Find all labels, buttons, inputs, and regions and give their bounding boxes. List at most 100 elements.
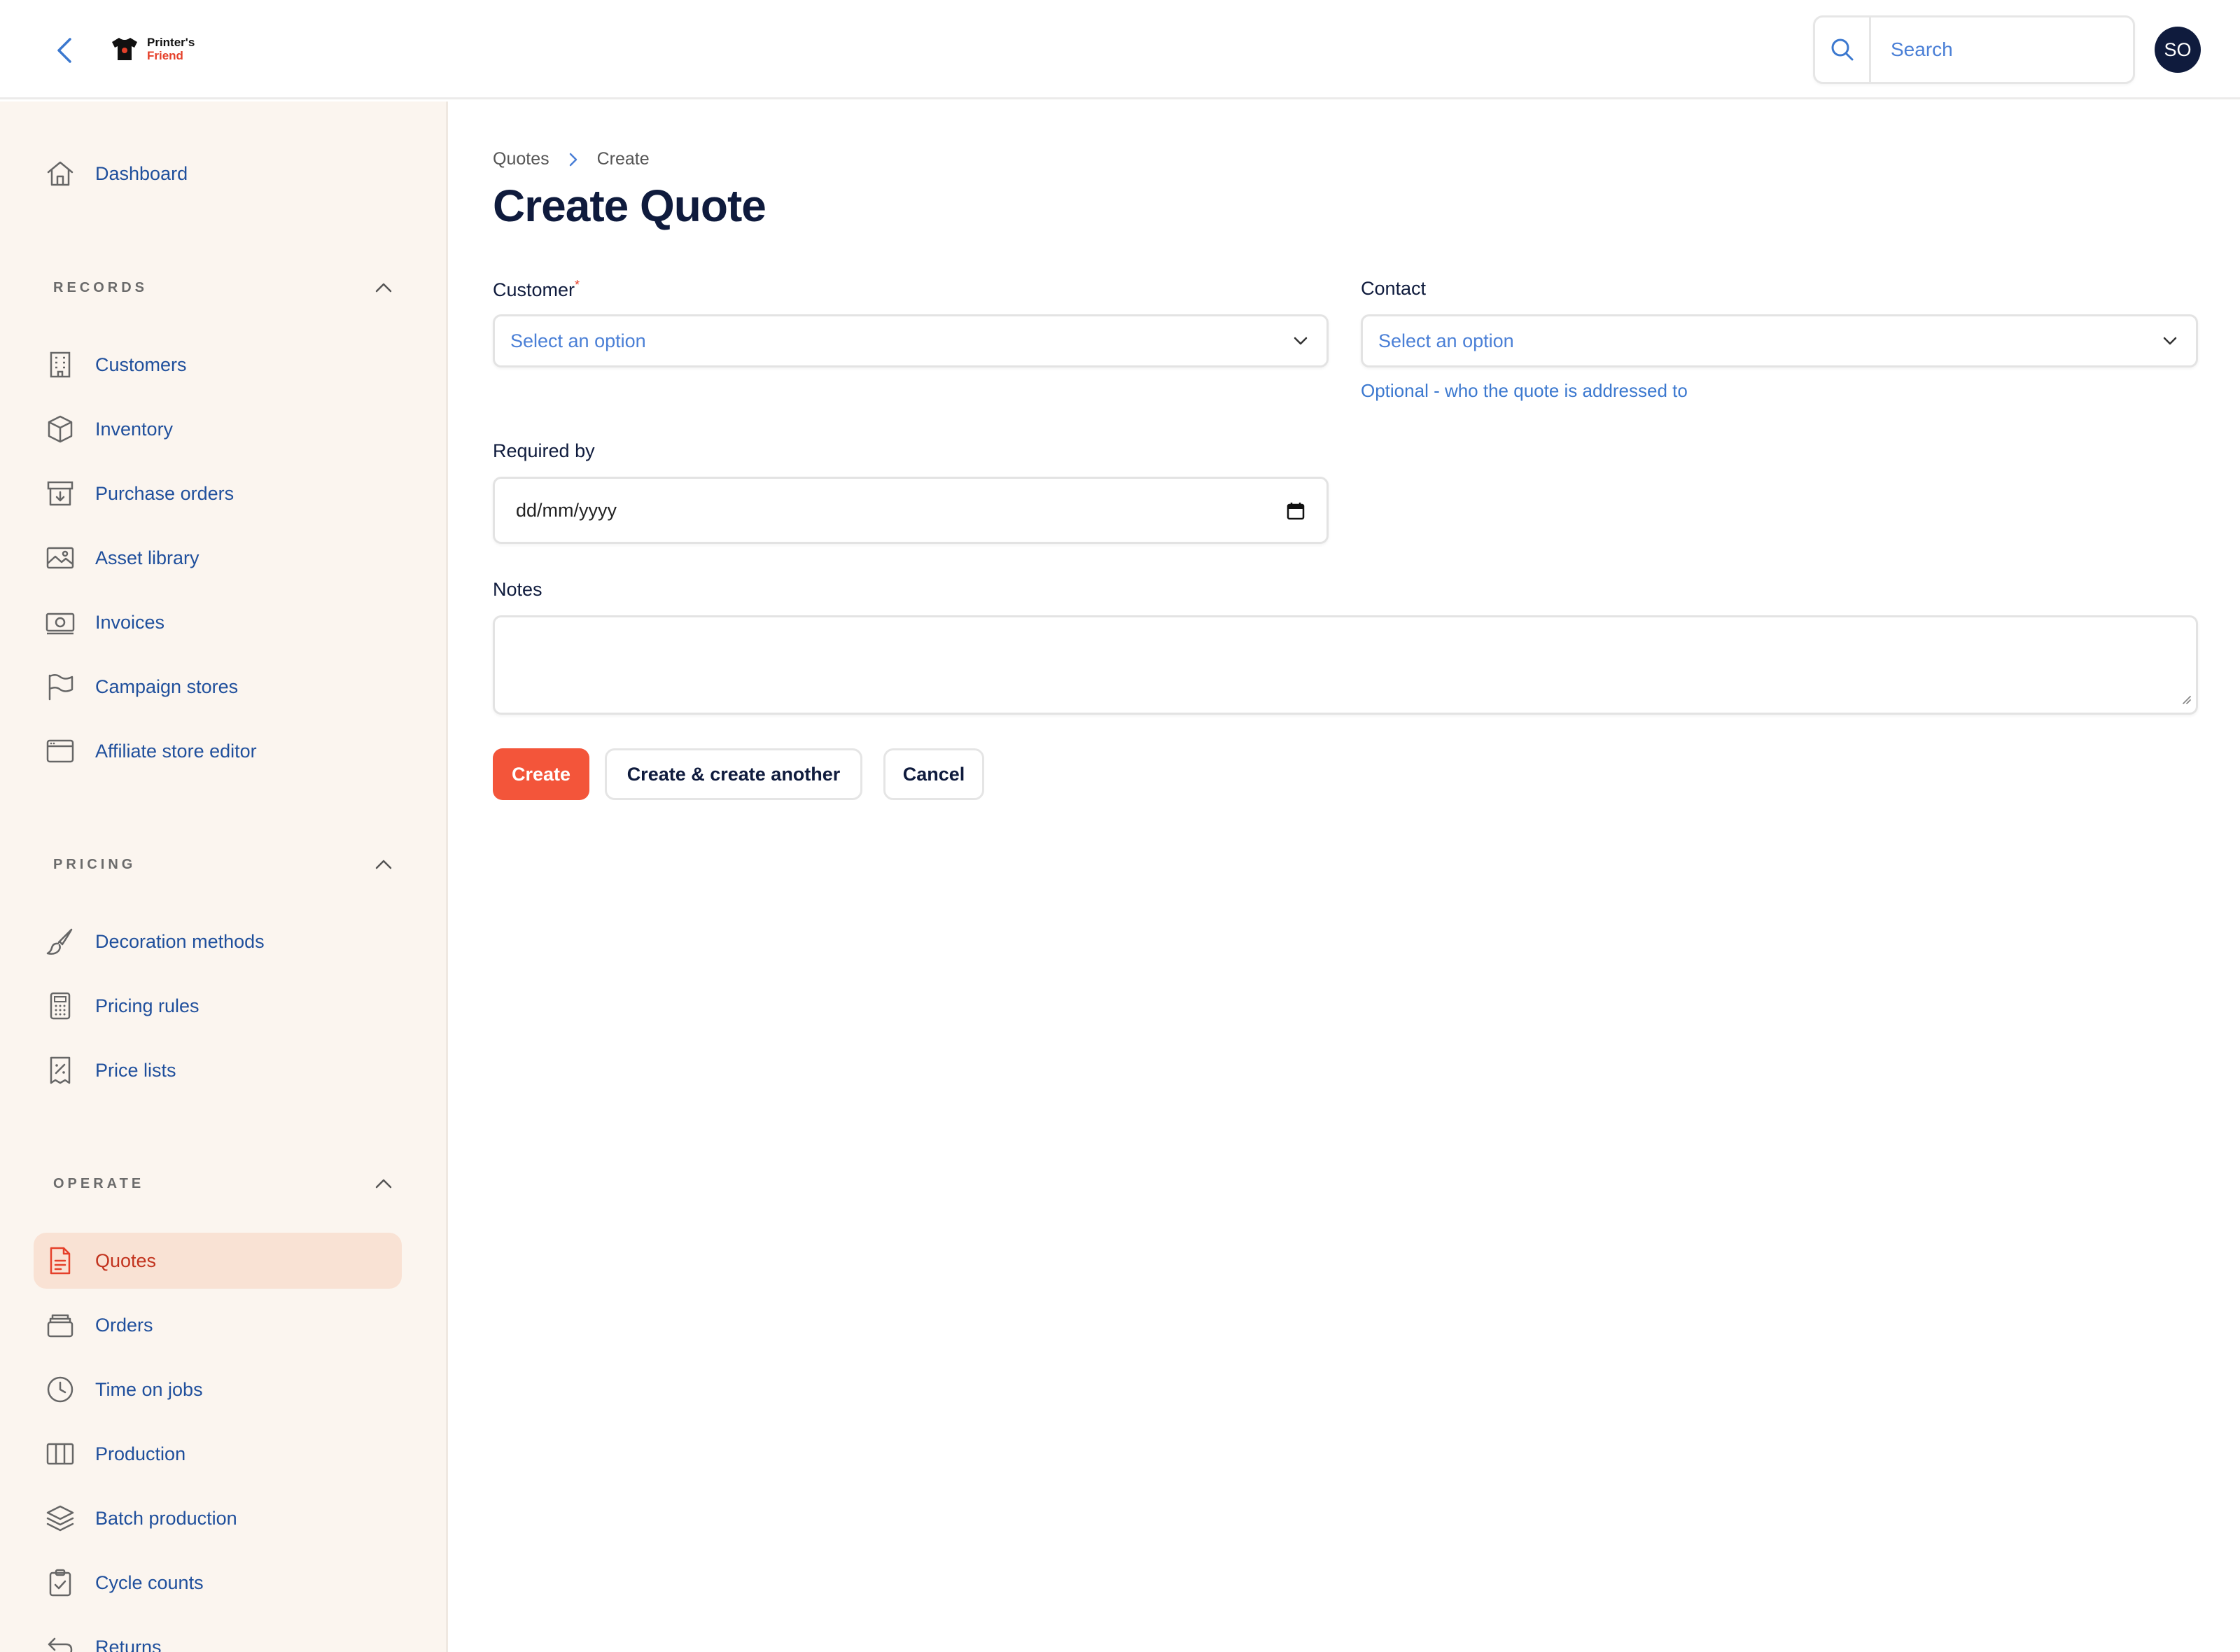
create-and-create-another-button[interactable]: Create & create another — [605, 748, 862, 800]
archive-in-icon — [45, 478, 76, 509]
breadcrumb-current: Create — [596, 149, 650, 169]
sidebar-item-label: Asset library — [95, 547, 200, 568]
sidebar-item-label: Purchase orders — [95, 482, 234, 504]
sidebar-item-label: Production — [95, 1443, 186, 1464]
create-button[interactable]: Create — [493, 748, 589, 800]
sidebar-item-label: Time on jobs — [95, 1378, 203, 1400]
sidebar-item-label: Inventory — [95, 418, 174, 440]
required-by-label: Required by — [493, 440, 595, 461]
flag-icon — [45, 671, 76, 702]
sidebar-item-label: Returns — [95, 1636, 162, 1652]
sidebar-item-pricing-rules[interactable]: Pricing rules — [34, 978, 402, 1034]
section-label: OPERATE — [53, 1175, 145, 1191]
chevron-up-icon[interactable] — [370, 1170, 398, 1198]
section-header-records: RECORDS — [53, 274, 403, 302]
global-search[interactable] — [1813, 15, 2135, 84]
back-button[interactable] — [49, 35, 80, 66]
customer-select[interactable]: Select an option — [493, 314, 1329, 368]
sidebar-item-purchase-orders[interactable]: Purchase orders — [34, 465, 402, 522]
cube-icon — [45, 414, 76, 444]
contact-select[interactable]: Select an option — [1361, 314, 2198, 368]
sidebar-item-asset-library[interactable]: Asset library — [34, 530, 402, 586]
tshirt-logo-icon — [112, 38, 137, 60]
stack-icon — [45, 1310, 76, 1340]
sidebar-item-cycle-counts[interactable]: Cycle counts — [34, 1555, 402, 1611]
sidebar-item-label: Customers — [95, 354, 187, 375]
date-placeholder: dd/mm/yyyy — [516, 499, 617, 521]
contact-select-placeholder: Select an option — [1378, 330, 1514, 351]
contact-helper-text: Optional - who the quote is addressed to — [1361, 380, 1688, 401]
paintbrush-icon — [45, 926, 76, 957]
sidebar-item-orders[interactable]: Orders — [34, 1297, 402, 1353]
chevron-left-icon — [57, 38, 71, 63]
chevron-up-icon[interactable] — [370, 850, 398, 878]
chevron-down-icon — [2161, 332, 2179, 355]
sidebar-item-affiliate-store-editor[interactable]: Affiliate store editor — [34, 723, 402, 779]
sidebar-item-campaign-stores[interactable]: Campaign stores — [34, 659, 402, 715]
sidebar-item-price-lists[interactable]: Price lists — [34, 1042, 402, 1098]
logo-text-line2: Friend — [147, 49, 183, 62]
image-icon — [45, 542, 76, 573]
document-icon — [45, 1245, 76, 1276]
sidebar-item-returns[interactable]: Returns — [34, 1619, 402, 1652]
notes-textarea[interactable] — [493, 615, 2198, 715]
customer-select-placeholder: Select an option — [510, 330, 646, 351]
sidebar-item-production[interactable]: Production — [34, 1426, 402, 1482]
logo-text-line1: Printer's — [147, 36, 195, 49]
sidebar-item-label: Batch production — [95, 1507, 237, 1529]
receipt-percent-icon — [45, 1055, 76, 1086]
sidebar-item-label: Dashboard — [95, 162, 188, 184]
resize-handle-icon[interactable] — [2179, 692, 2192, 708]
chevron-right-icon — [568, 151, 579, 168]
sidebar-item-dashboard[interactable]: Dashboard — [34, 146, 402, 202]
user-avatar[interactable]: SO — [2155, 27, 2201, 73]
sidebar-item-label: Decoration methods — [95, 930, 265, 952]
breadcrumb: Quotes Create — [493, 149, 650, 169]
calendar-icon[interactable] — [1286, 501, 1306, 526]
required-by-date-input[interactable]: dd/mm/yyyy — [493, 477, 1329, 544]
sidebar-item-label: Orders — [95, 1314, 153, 1336]
section-header-pricing: PRICING — [53, 850, 403, 878]
breadcrumb-link-quotes[interactable]: Quotes — [493, 149, 550, 169]
sidebar-item-label: Quotes — [95, 1250, 157, 1271]
sidebar-item-inventory[interactable]: Inventory — [34, 401, 402, 457]
home-icon — [45, 158, 76, 189]
contact-label: Contact — [1361, 278, 1427, 299]
sidebar-item-label: Invoices — [95, 611, 165, 633]
chevron-up-icon[interactable] — [370, 274, 398, 302]
page-title: Create Quote — [493, 181, 766, 231]
search-icon-container — [1815, 18, 1871, 82]
banknote-icon — [45, 607, 76, 638]
columns-icon — [45, 1438, 76, 1469]
section-header-operate: OPERATE — [53, 1170, 403, 1198]
sidebar-item-label: Campaign stores — [95, 676, 239, 697]
search-input[interactable] — [1871, 38, 2130, 61]
chevron-down-icon — [1292, 332, 1310, 355]
sidebar-item-label: Cycle counts — [95, 1572, 204, 1593]
sidebar-item-quotes[interactable]: Quotes — [34, 1233, 402, 1289]
notes-label: Notes — [493, 579, 542, 600]
app-logo[interactable]: Printer's Friend — [109, 35, 195, 63]
search-icon — [1831, 38, 1853, 61]
customer-label-text: Customer — [493, 279, 575, 300]
sidebar-item-label: Affiliate store editor — [95, 740, 257, 762]
section-label: PRICING — [53, 856, 136, 872]
clipboard-check-icon — [45, 1567, 76, 1598]
return-arrow-icon — [45, 1632, 76, 1652]
sidebar-item-batch-production[interactable]: Batch production — [34, 1490, 402, 1546]
sidebar-item-label: Price lists — [95, 1059, 176, 1081]
top-bar: Printer's Friend SO — [0, 0, 2240, 99]
sidebar-item-invoices[interactable]: Invoices — [34, 594, 402, 650]
sidebar-item-time-on-jobs[interactable]: Time on jobs — [34, 1362, 402, 1418]
required-marker: * — [575, 278, 580, 292]
cancel-button[interactable]: Cancel — [883, 748, 984, 800]
section-label: RECORDS — [53, 279, 148, 295]
layers-icon — [45, 1503, 76, 1534]
sidebar-item-label: Pricing rules — [95, 995, 200, 1016]
sidebar-item-customers[interactable]: Customers — [34, 337, 402, 393]
browser-window-icon — [45, 736, 76, 766]
building-icon — [45, 349, 76, 380]
clock-icon — [45, 1374, 76, 1405]
calculator-icon — [45, 990, 76, 1021]
sidebar-item-decoration-methods[interactable]: Decoration methods — [34, 913, 402, 969]
